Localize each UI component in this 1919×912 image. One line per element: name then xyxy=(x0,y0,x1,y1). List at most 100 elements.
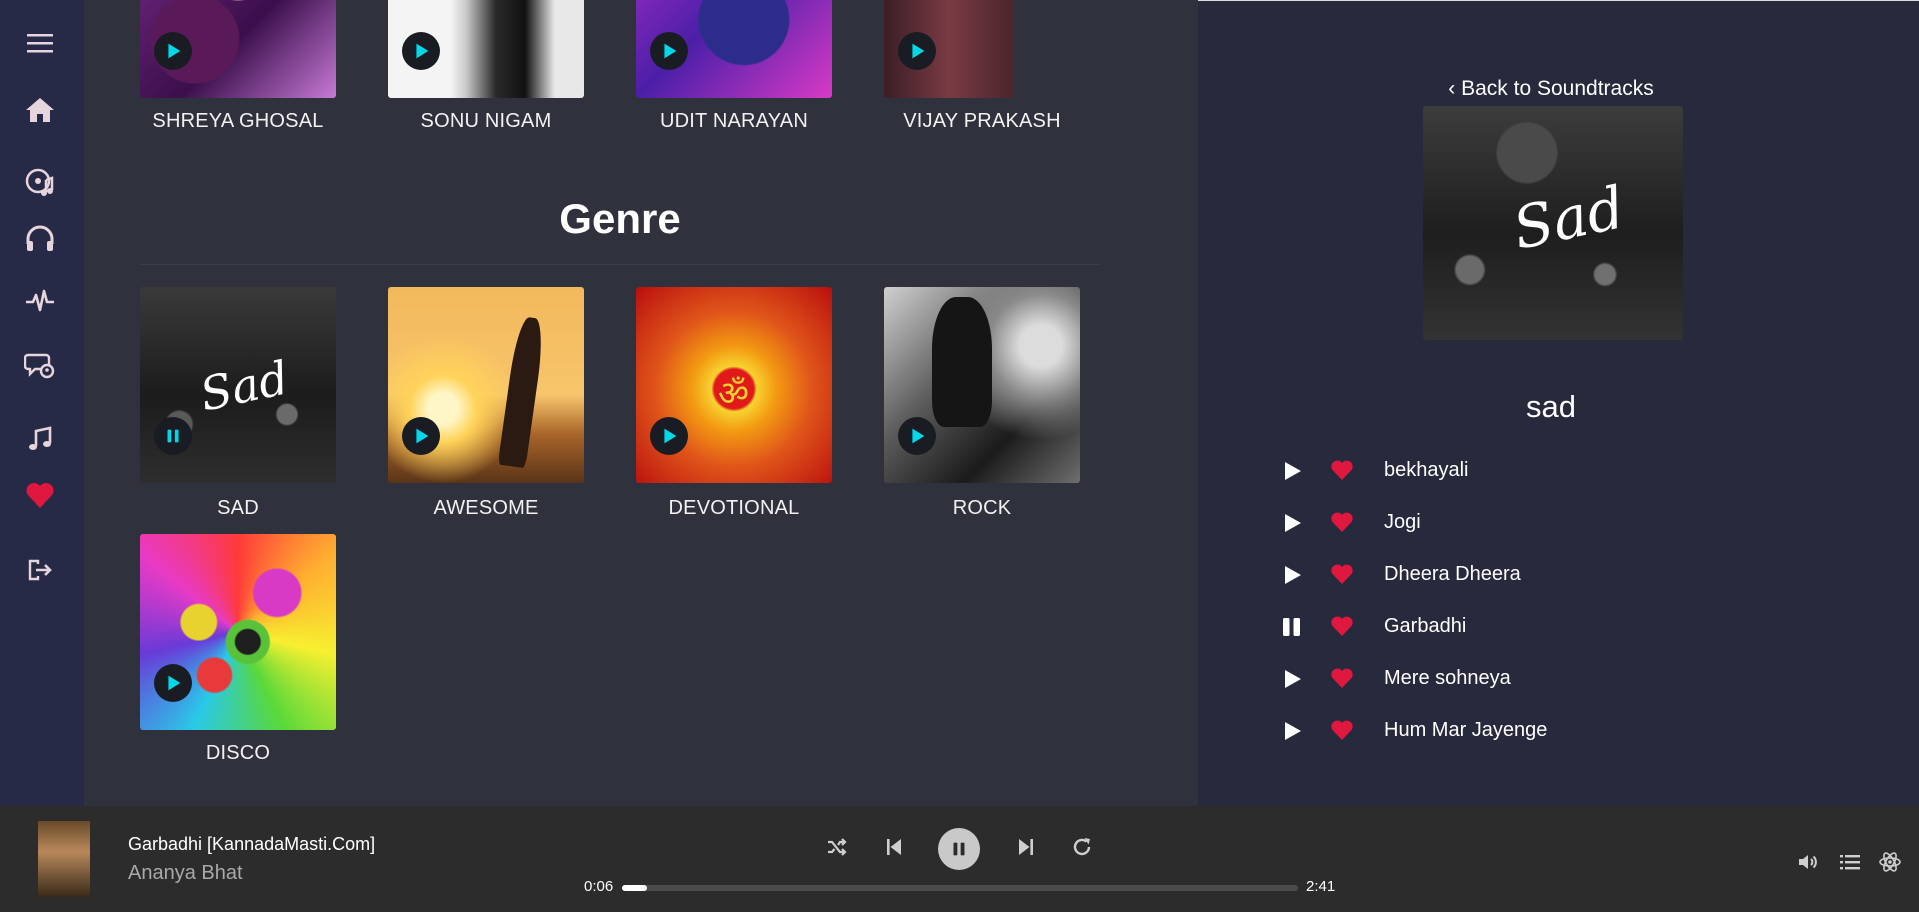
play-icon xyxy=(664,43,677,59)
player-bar: Garbadhi [KannadaMasti.Com] Ananya Bhat … xyxy=(0,806,1919,912)
queue-button[interactable] xyxy=(1836,848,1864,876)
playlist-title: sad xyxy=(1526,389,1576,424)
repeat-button[interactable] xyxy=(1067,832,1097,862)
genre-tile-awesome[interactable]: AWESOME xyxy=(388,287,584,519)
artist-cover xyxy=(636,0,832,98)
chat-icon[interactable] xyxy=(22,347,58,383)
heart-icon[interactable] xyxy=(1330,667,1354,689)
play-icon xyxy=(912,43,925,59)
play-button[interactable] xyxy=(650,32,688,70)
progress-bar[interactable] xyxy=(622,885,1298,891)
menu-icon[interactable] xyxy=(22,25,58,61)
play-icon xyxy=(912,428,925,444)
heart-icon[interactable] xyxy=(1330,615,1354,637)
shuffle-button[interactable] xyxy=(822,832,852,862)
genre-label: AWESOME xyxy=(433,497,539,519)
music-disc-icon[interactable] xyxy=(22,164,58,200)
genre-cover xyxy=(884,287,1080,483)
shuffle-icon xyxy=(828,838,847,856)
artist-tile[interactable]: SONU NIGAM xyxy=(388,0,584,132)
play-button[interactable] xyxy=(898,32,936,70)
pause-icon xyxy=(167,429,179,443)
track-row[interactable]: Mere sohneya xyxy=(1278,661,1678,701)
cover-script-text: Sad xyxy=(195,350,294,422)
artist-cover xyxy=(140,0,336,98)
next-button[interactable] xyxy=(1011,832,1041,862)
track-row[interactable]: Garbadhi xyxy=(1278,609,1678,649)
pause-icon xyxy=(953,842,965,856)
track-name: Garbadhi xyxy=(1384,615,1467,637)
artist-cover xyxy=(884,0,1014,98)
artist-label: UDIT NARAYAN xyxy=(660,110,808,132)
heart-icon[interactable] xyxy=(1330,459,1354,481)
skip-previous-icon xyxy=(887,839,901,855)
track-name: Hum Mar Jayenge xyxy=(1384,719,1548,741)
track-row[interactable]: bekhayali xyxy=(1278,453,1678,493)
silhouette xyxy=(497,315,547,469)
now-playing-title: Garbadhi [KannadaMasti.Com] xyxy=(128,834,376,854)
play-button[interactable] xyxy=(898,417,936,455)
track-name: Jogi xyxy=(1384,511,1421,533)
headphones-icon[interactable] xyxy=(22,220,58,256)
track-row[interactable]: Dheera Dheera xyxy=(1278,557,1678,597)
artist-label: SONU NIGAM xyxy=(420,110,552,132)
artist-tile[interactable]: VIJAY PRAKASH xyxy=(884,0,1080,132)
previous-button[interactable] xyxy=(879,832,909,862)
genre-label: DISCO xyxy=(205,742,271,764)
heart-icon[interactable] xyxy=(1330,719,1354,741)
play-icon[interactable] xyxy=(1278,717,1306,745)
genre-tile-rock[interactable]: ROCK xyxy=(884,287,1080,519)
genre-tile-disco[interactable]: DISCO xyxy=(140,534,336,764)
genre-label: ROCK xyxy=(952,497,1012,519)
play-icon[interactable] xyxy=(1278,665,1306,693)
back-to-soundtracks-link[interactable]: ‹ Back to Soundtracks xyxy=(1198,77,1904,101)
track-row[interactable]: Hum Mar Jayenge xyxy=(1278,713,1678,753)
play-icon[interactable] xyxy=(1278,509,1306,537)
progress-fill xyxy=(622,885,647,891)
genre-heading: Genre xyxy=(559,195,681,242)
list-icon xyxy=(1840,855,1860,870)
play-pause-button[interactable] xyxy=(938,828,980,870)
heart-icon[interactable] xyxy=(22,477,58,513)
repeat-icon xyxy=(1073,838,1091,856)
om-symbol: ॐ xyxy=(718,375,750,413)
sidebar xyxy=(0,0,84,806)
now-playing-cover xyxy=(38,821,90,897)
track-name: Dheera Dheera xyxy=(1384,563,1521,585)
artist-tile[interactable]: SHREYA GHOSAL xyxy=(140,0,336,132)
pause-icon[interactable] xyxy=(1278,613,1306,641)
play-button[interactable] xyxy=(402,32,440,70)
genre-label: SAD xyxy=(217,497,259,519)
genre-tile-sad[interactable]: Sad SAD xyxy=(140,287,336,519)
play-button[interactable] xyxy=(154,32,192,70)
genre-label: DEVOTIONAL xyxy=(668,497,800,519)
pulse-icon[interactable] xyxy=(22,283,58,319)
main-content: SHREYA GHOSAL SONU NIGAM UDIT NARAYAN VI… xyxy=(84,0,1198,806)
play-icon xyxy=(168,675,181,691)
total-time: 2:41 xyxy=(1306,878,1336,895)
play-button[interactable] xyxy=(154,664,192,702)
heart-icon[interactable] xyxy=(1330,511,1354,533)
playlist-cover: Sad xyxy=(1423,106,1683,340)
play-icon xyxy=(416,43,429,59)
track-row[interactable]: Jogi xyxy=(1278,505,1678,545)
now-playing-artist: Ananya Bhat xyxy=(128,862,243,884)
atom-icon xyxy=(1879,852,1901,872)
pause-button[interactable] xyxy=(154,417,192,455)
artist-label: VIJAY PRAKASH xyxy=(903,110,1061,132)
genre-tile-devotional[interactable]: ॐ DEVOTIONAL xyxy=(636,287,832,519)
logout-icon[interactable] xyxy=(22,552,58,588)
current-time: 0:06 xyxy=(584,878,614,895)
play-icon[interactable] xyxy=(1278,561,1306,589)
volume-button[interactable] xyxy=(1794,848,1822,876)
play-button[interactable] xyxy=(650,417,688,455)
play-icon xyxy=(416,428,429,444)
atom-settings-button[interactable] xyxy=(1876,848,1904,876)
heart-icon[interactable] xyxy=(1330,563,1354,585)
artist-tile[interactable]: UDIT NARAYAN xyxy=(636,0,832,132)
play-icon[interactable] xyxy=(1278,457,1306,485)
music-note-icon[interactable] xyxy=(22,422,58,458)
home-icon[interactable] xyxy=(22,92,58,128)
volume-icon xyxy=(1799,855,1817,869)
play-button[interactable] xyxy=(402,417,440,455)
